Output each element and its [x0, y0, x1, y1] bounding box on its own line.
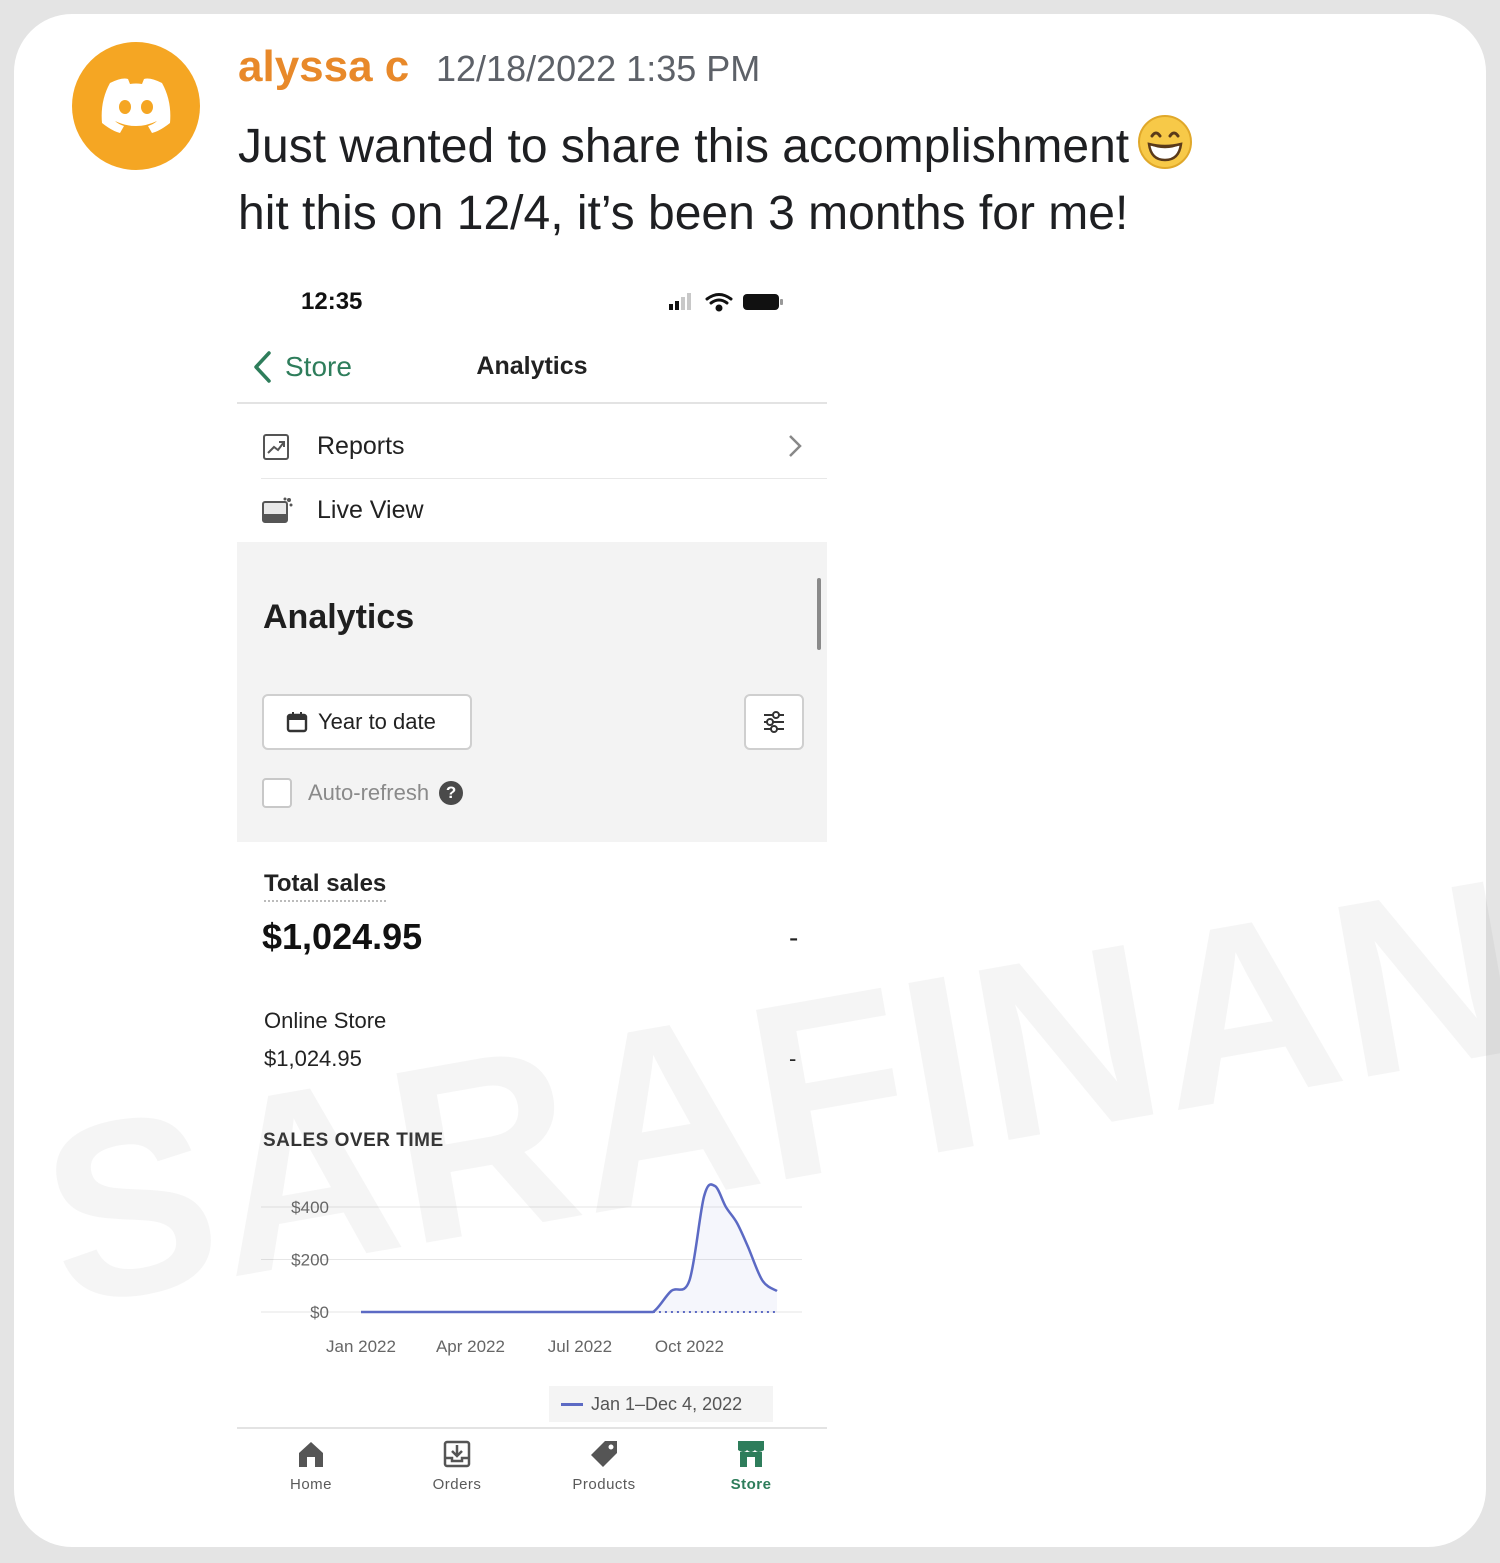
- wifi-icon: [705, 293, 733, 312]
- tab-bar: Home Orders Products Store: [237, 1427, 827, 1507]
- tab-label: Home: [289, 1476, 332, 1493]
- auto-refresh-label: Auto-refresh: [308, 780, 430, 805]
- menu-item-live-view[interactable]: Live View: [237, 480, 827, 542]
- date-range-label: Year to date: [318, 709, 436, 734]
- live-view-icon: [262, 497, 293, 523]
- tab-orders[interactable]: Orders: [397, 1439, 517, 1493]
- tab-home[interactable]: Home: [251, 1439, 371, 1493]
- phone-screenshot[interactable]: 12:35 Store Analytics Reports Live View …: [237, 280, 827, 1505]
- nav-title: Analytics: [476, 352, 588, 380]
- message-text-1: Just wanted to share this accomplishment: [238, 120, 1130, 173]
- tab-label: Products: [572, 1476, 636, 1493]
- auto-refresh-checkbox[interactable]: [262, 778, 292, 808]
- total-sales-label[interactable]: Total sales: [264, 870, 387, 902]
- store-icon: [738, 1441, 764, 1467]
- total-sales-change: -: [789, 922, 799, 953]
- tab-products[interactable]: Products: [544, 1439, 664, 1493]
- online-store-label: Online Store: [264, 1008, 387, 1033]
- discord-logo-icon: [101, 78, 171, 133]
- x-tick-label: Apr 2022: [436, 1337, 505, 1356]
- message-card: alyssa c 12/18/2022 1:35 PM Just wanted …: [14, 14, 1486, 1547]
- x-tick-label: Jan 2022: [326, 1337, 396, 1356]
- avatar[interactable]: [72, 42, 200, 170]
- x-tick-label: Jul 2022: [548, 1337, 612, 1356]
- legend-swatch: [561, 1402, 583, 1406]
- home-icon: [299, 1442, 323, 1467]
- tab-label: Orders: [432, 1476, 482, 1493]
- menu-item-label: Reports: [317, 432, 405, 460]
- filter-button[interactable]: [744, 694, 804, 750]
- tag-icon: [591, 1441, 617, 1467]
- analytics-panel: Analytics Year to date Auto-refresh ?: [237, 542, 827, 842]
- chevron-right-icon: [789, 435, 802, 457]
- x-tick-label: Oct 2022: [655, 1337, 724, 1356]
- sales-over-time-heading: SALES OVER TIME: [263, 1130, 444, 1151]
- reports-icon: [263, 434, 289, 460]
- online-store-change: -: [789, 1046, 797, 1071]
- status-icons: [665, 290, 789, 319]
- online-store-value: $1,024.95: [264, 1046, 362, 1071]
- status-time: 12:35: [301, 288, 363, 315]
- timestamp: 12/18/2022 1:35 PM: [436, 48, 761, 89]
- menu-item-label: Live View: [317, 496, 424, 524]
- orders-icon: [443, 1440, 471, 1468]
- tab-store[interactable]: Store: [691, 1439, 811, 1493]
- sales-chart: $400 $200 $0 Jan 2022 Apr 2022 Jul 2022 Oct 20…: [261, 1183, 802, 1356]
- auto-refresh-row: Auto-refresh ?: [262, 778, 464, 808]
- analytics-heading: Analytics: [263, 598, 415, 636]
- signal-icon: [669, 293, 691, 310]
- scrollbar[interactable]: [817, 578, 821, 650]
- username[interactable]: alyssa c: [238, 42, 409, 92]
- sliders-icon: [764, 711, 784, 733]
- battery-icon: [743, 294, 783, 310]
- total-sales-value: $1,024.95: [262, 916, 423, 957]
- message-line-2: hit this on 12/4, it’s been 3 months for…: [238, 187, 1129, 240]
- calendar-icon: [286, 712, 308, 733]
- y-tick-label: $200: [291, 1251, 329, 1270]
- help-icon[interactable]: ?: [439, 781, 464, 805]
- navigation-bar: Store Analytics: [237, 332, 827, 404]
- series-area: [361, 1184, 777, 1312]
- chart-legend: Jan 1–Dec 4, 2022: [549, 1386, 773, 1422]
- menu-item-reports[interactable]: Reports: [261, 416, 827, 479]
- date-range-button[interactable]: Year to date: [262, 694, 472, 750]
- y-tick-label: $0: [310, 1303, 329, 1322]
- tab-label: Store: [730, 1476, 772, 1493]
- y-tick-label: $400: [291, 1198, 329, 1217]
- legend-label: Jan 1–Dec 4, 2022: [591, 1393, 743, 1414]
- message-line-1: Just wanted to share this accomplishment: [238, 114, 1193, 174]
- grinning-face-emoji-icon: [1138, 115, 1193, 169]
